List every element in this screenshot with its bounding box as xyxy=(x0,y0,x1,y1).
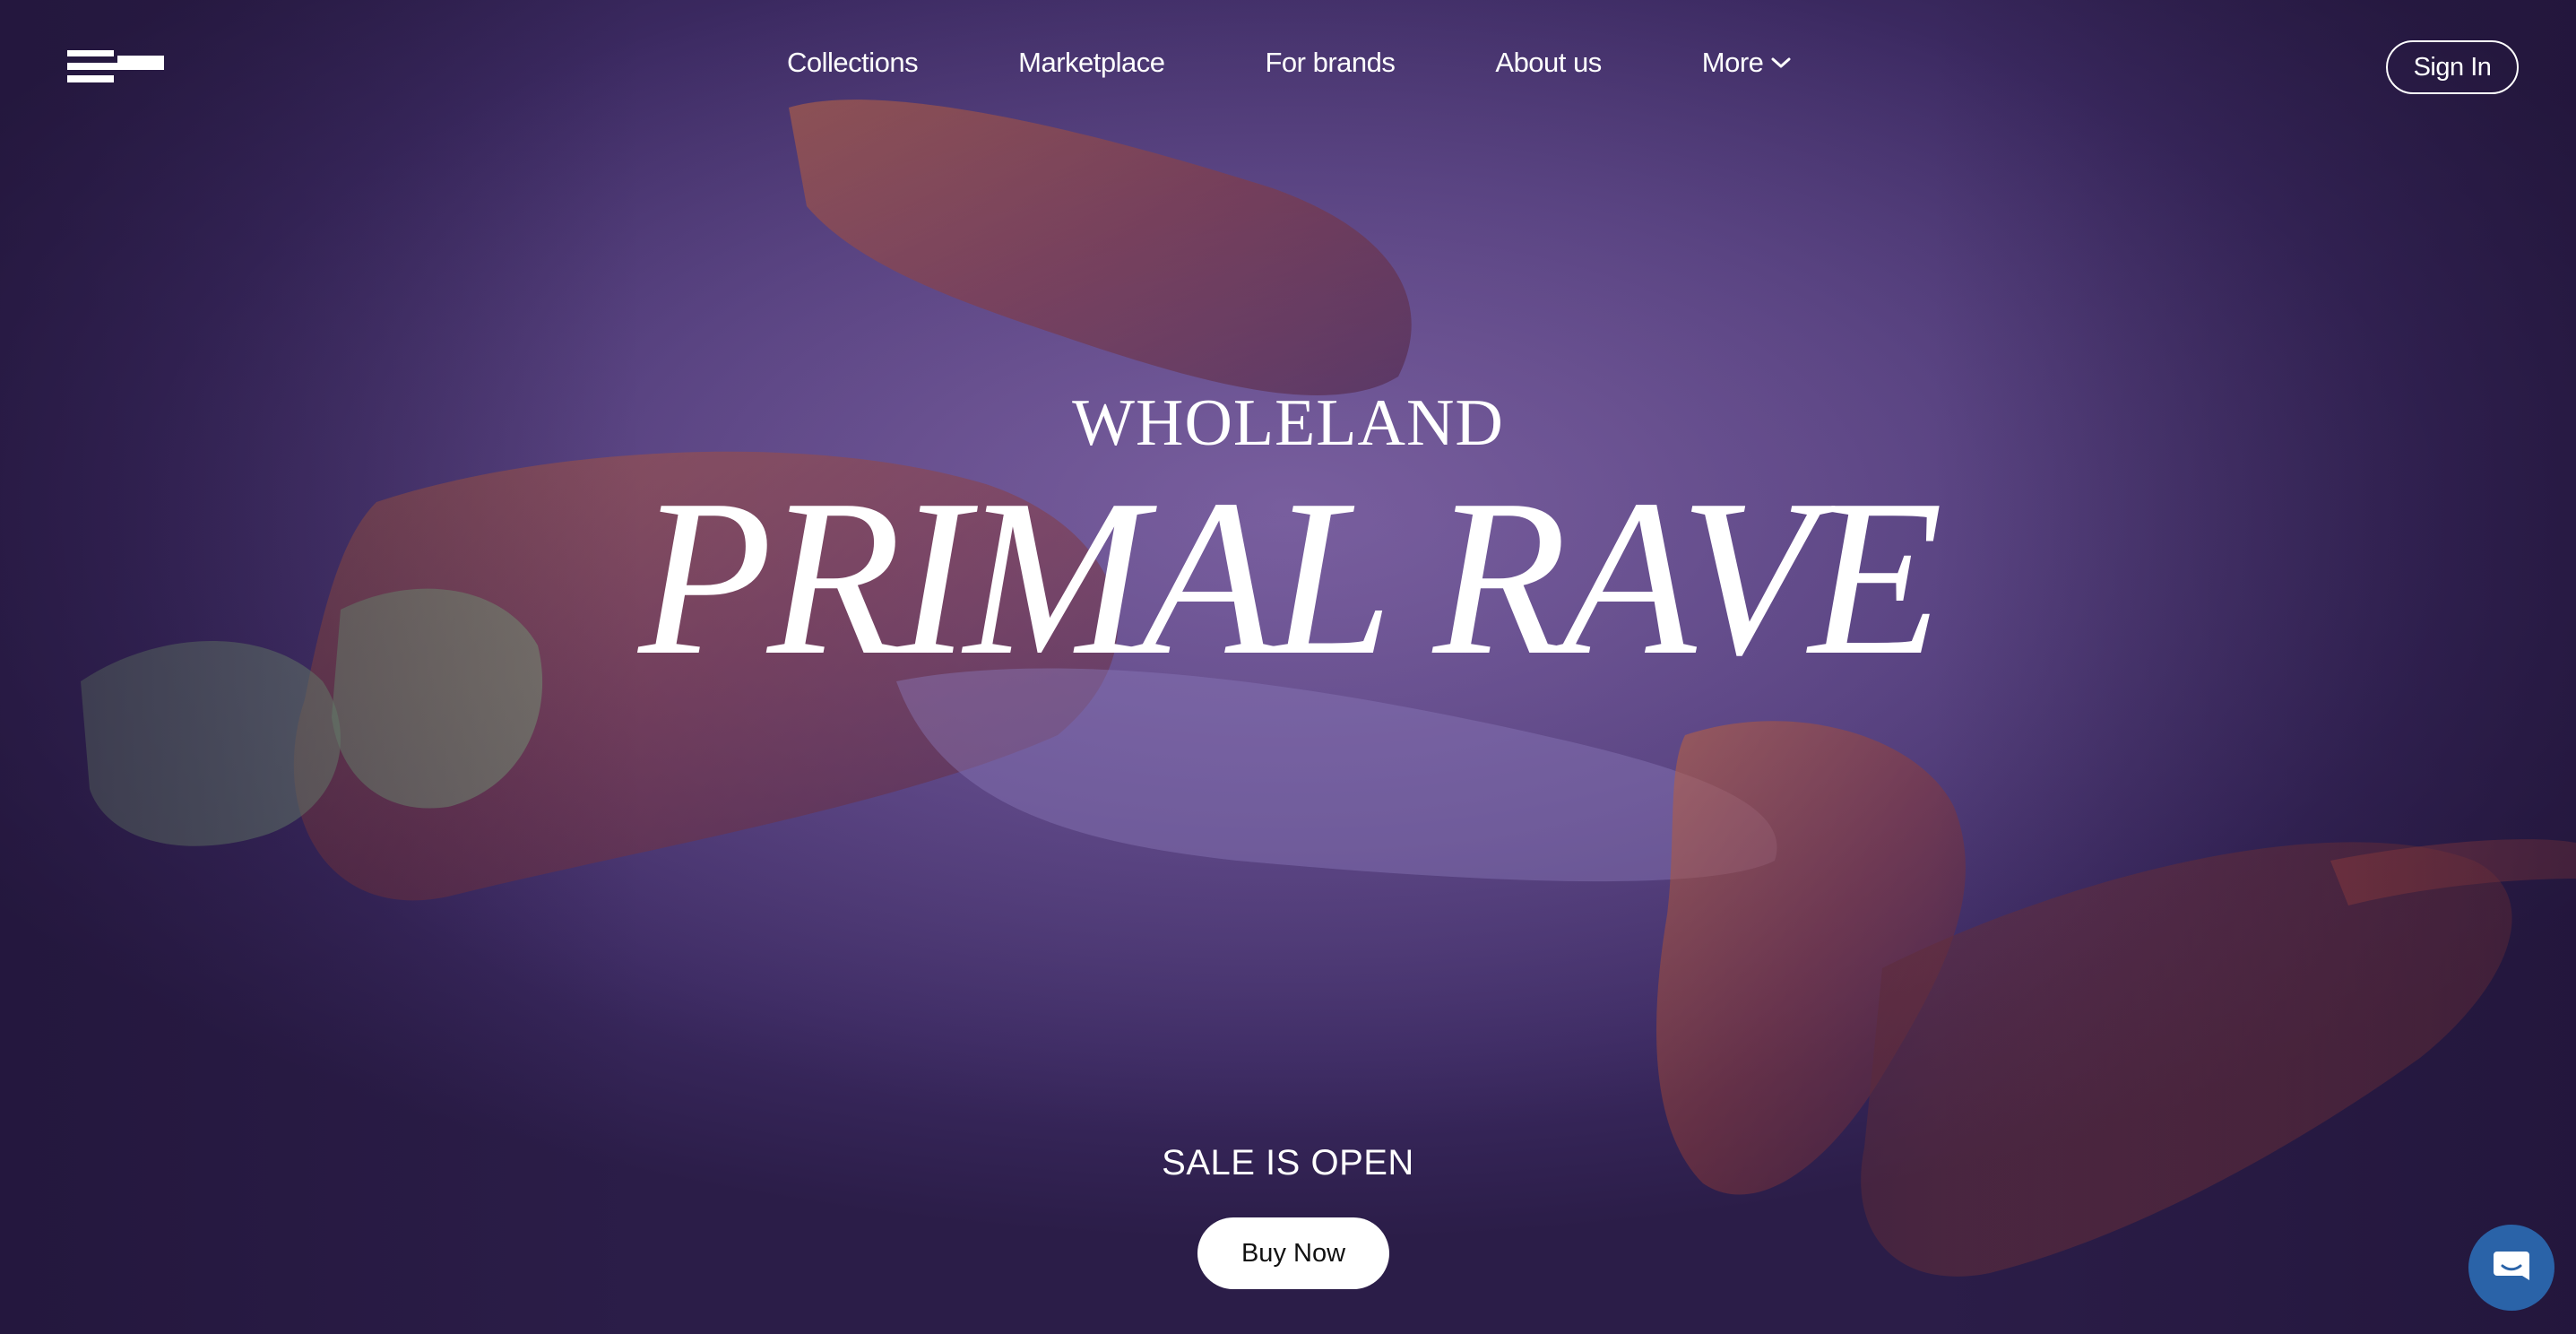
chat-launcher-button[interactable] xyxy=(2468,1225,2554,1311)
collection-brand: WHOLELAND xyxy=(1072,386,1504,460)
chevron-down-icon xyxy=(1771,57,1791,68)
nav-for-brands[interactable]: For brands xyxy=(1265,47,1395,79)
nav-about-us-label: About us xyxy=(1495,47,1602,78)
sale-status-text: SALE IS OPEN xyxy=(1162,1143,1414,1182)
hero-page: Collections Marketplace For brands About… xyxy=(0,0,2576,1334)
brand-logo-icon[interactable] xyxy=(67,50,164,82)
nav-more-label: More xyxy=(1701,47,1764,78)
nav-collections[interactable]: Collections xyxy=(787,47,919,79)
main-nav: Collections Marketplace For brands About… xyxy=(787,47,1792,79)
hero-title: PRIMAL RAVE xyxy=(638,454,1942,702)
buy-now-button[interactable]: Buy Now xyxy=(1197,1217,1389,1289)
nav-for-brands-label: For brands xyxy=(1265,47,1396,78)
nav-marketplace[interactable]: Marketplace xyxy=(1018,47,1165,79)
nav-more-dropdown[interactable]: More xyxy=(1702,47,1793,79)
chat-bubble-icon xyxy=(2494,1252,2529,1280)
nav-about-us[interactable]: About us xyxy=(1495,47,1602,79)
nav-collections-label: Collections xyxy=(787,47,919,78)
sign-in-button[interactable]: Sign In xyxy=(2386,40,2519,94)
nav-marketplace-label: Marketplace xyxy=(1018,47,1165,78)
